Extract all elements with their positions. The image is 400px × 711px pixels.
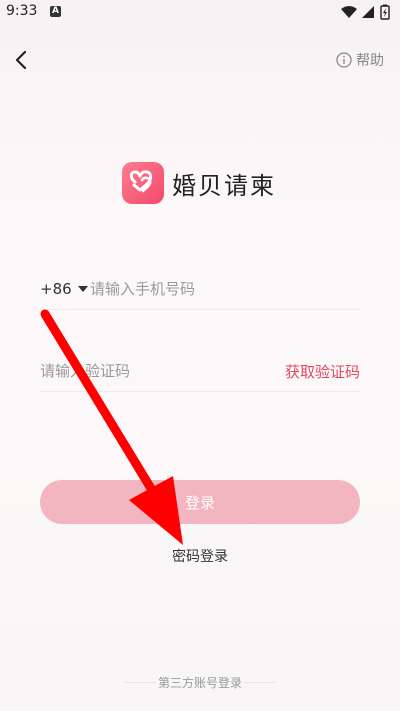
brand-name: 婚贝请柬 [172,171,276,200]
chevron-left-icon [15,50,27,70]
battery-icon [380,4,390,20]
third-party-login-label: 第三方账号登录 [157,676,242,690]
verification-code-input[interactable] [40,358,260,384]
country-code-selector[interactable]: +86 [40,280,88,298]
country-code-label: +86 [40,280,72,298]
caret-down-icon [77,286,88,292]
app-logo-icon [122,162,164,204]
signal-icon [362,6,374,18]
back-button[interactable] [8,46,36,74]
login-button[interactable]: 登录 [40,480,360,524]
login-button-label: 登录 [184,493,215,512]
help-label: 帮助 [356,53,384,69]
divider [40,309,360,310]
divider [40,391,360,392]
help-button[interactable]: 帮助 [336,50,384,70]
annotation-arrow [40,309,183,545]
info-icon [336,52,352,68]
brand-logo: 婚贝请柬 [122,162,276,204]
status-time: 9:33 [6,3,38,19]
status-icons [341,4,390,20]
get-code-button[interactable]: 获取验证码 [285,361,360,382]
phone-input[interactable] [90,276,360,302]
wifi-icon [341,6,357,18]
notification-app-icon: A [50,6,61,17]
password-login-link[interactable]: 密码登录 [0,546,400,566]
